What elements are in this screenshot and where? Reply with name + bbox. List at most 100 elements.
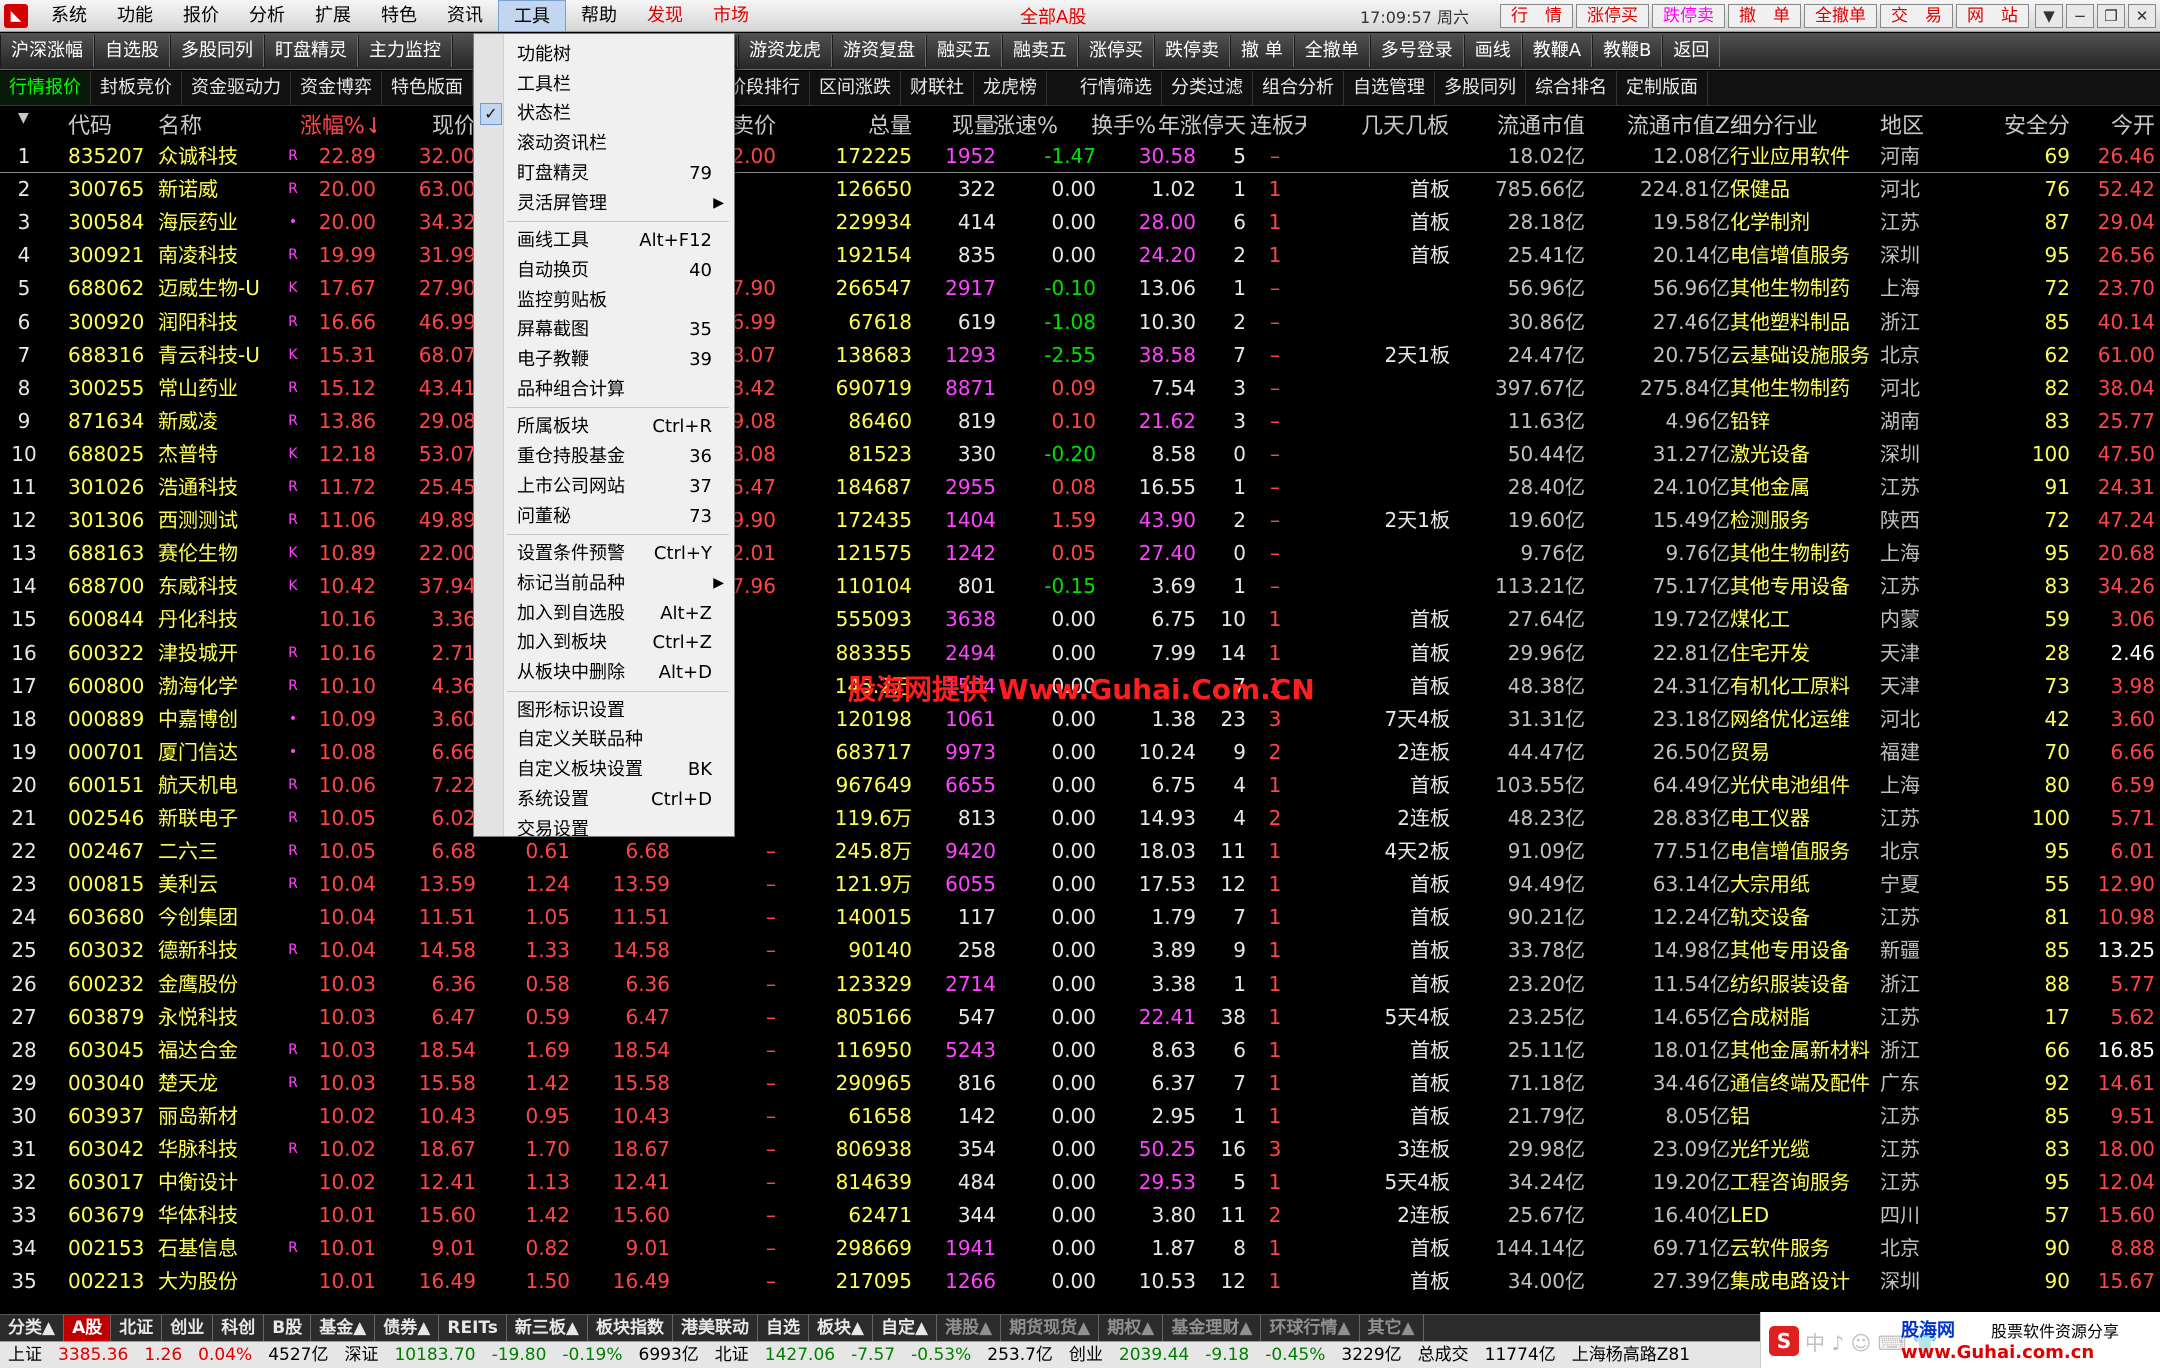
table-row[interactable]: 27 603879 永悦科技 10.03 6.47 0.59 6.47–805166 547 0… bbox=[0, 1001, 2160, 1034]
table-row[interactable]: 28 603045 福达合金 R 10.03 18.54 1.69 18.54–116950 5… bbox=[0, 1034, 2160, 1067]
column-header-17[interactable]: 地区 bbox=[1880, 108, 1960, 140]
table-row[interactable]: 34 002153 石基信息 R 10.01 9.01 0.82 9.01–298669 194… bbox=[0, 1232, 2160, 1265]
toolbar-button-5[interactable] bbox=[452, 35, 474, 67]
market-tab-2[interactable]: 北证 bbox=[111, 1315, 163, 1341]
toolbar-button-21[interactable]: 返回 bbox=[1662, 35, 1721, 67]
toolbar-button-0[interactable]: 沪深涨幅 bbox=[0, 35, 94, 67]
menu-item-1[interactable]: 功能 bbox=[102, 0, 168, 31]
table-row[interactable]: 22 002467 二六三 R 10.05 6.68 0.61 6.68–245.8万 9420… bbox=[0, 835, 2160, 868]
toolbar-button-1[interactable]: 自选股 bbox=[94, 35, 170, 67]
tools-menu-item-16[interactable]: 上市公司网站 37 bbox=[474, 472, 734, 501]
feature-tab-25[interactable]: 自选管理 bbox=[1344, 71, 1435, 105]
quick-button-0[interactable]: 行 情 bbox=[1500, 3, 1573, 28]
tools-menu-item-15[interactable]: 重仓持股基金 36 bbox=[474, 442, 734, 471]
table-row[interactable]: 11301026浩通科技R11.7225.452.6725.4425.47184… bbox=[0, 471, 2160, 504]
tools-menu-item-23[interactable]: 从板块中删除 Alt+D bbox=[474, 658, 734, 687]
toolbar-button-4[interactable]: 主力监控 bbox=[358, 35, 452, 67]
tools-menu-item-25[interactable]: 图形标识设置 bbox=[474, 696, 734, 725]
window-dropdown-icon[interactable]: ▼ bbox=[2035, 3, 2063, 28]
table-row[interactable]: 14688700东威科技K10.4237.943.5837.9337.96110… bbox=[0, 570, 2160, 603]
market-tab-20[interactable]: 其它▲ bbox=[1360, 1315, 1424, 1341]
toolbar-button-10[interactable]: 游资复盘 bbox=[832, 35, 926, 67]
tools-menu-item-22[interactable]: 加入到板块 Ctrl+Z bbox=[474, 628, 734, 657]
tools-menu-item-12[interactable]: 品种组合计算 bbox=[474, 375, 734, 404]
table-row[interactable]: 7688316青云科技-UK15.3168.079.0468.0668.0713… bbox=[0, 339, 2160, 372]
toolbar-button-15[interactable]: 撤 单 bbox=[1230, 35, 1294, 67]
table-row[interactable]: 16600322津投城开R10.162.710.252.718833552494… bbox=[0, 637, 2160, 670]
minimize-button[interactable]: − bbox=[2066, 3, 2094, 28]
menu-item-2[interactable]: 报价 bbox=[168, 0, 234, 31]
table-row[interactable]: 1835207众诚科技R22.8932.005.9632.00172225195… bbox=[0, 140, 2160, 173]
market-tab-12[interactable]: 自选 bbox=[758, 1315, 809, 1341]
table-row[interactable]: 4300921南凌科技R19.9931.995.3331.99192154835… bbox=[0, 239, 2160, 272]
table-row[interactable]: 33 603679 华体科技 10.01 15.60 1.42 15.60–62471 344… bbox=[0, 1199, 2160, 1232]
market-tab-3[interactable]: 创业 bbox=[162, 1315, 214, 1341]
tools-menu-item-29[interactable]: 交易设置 bbox=[474, 815, 734, 844]
table-row[interactable]: 29 003040 楚天龙 R 10.03 15.58 1.42 15.58–290965 81… bbox=[0, 1067, 2160, 1100]
quick-button-4[interactable]: 全撤单 bbox=[1804, 3, 1877, 28]
tools-menu-item-14[interactable]: 所属板块 Ctrl+R bbox=[474, 412, 734, 441]
market-tab-10[interactable]: 板块指数 bbox=[588, 1315, 673, 1341]
table-row[interactable]: 8300255常山药业R15.1243.415.7043.4043.426907… bbox=[0, 372, 2160, 405]
tools-menu-item-5[interactable]: 灵活屏管理 ▶ bbox=[474, 189, 734, 218]
table-row[interactable]: 13688163赛伦生物K10.8922.002.1621.9922.01121… bbox=[0, 537, 2160, 570]
table-row[interactable]: 31 603042 华脉科技 R 10.02 18.67 1.70 18.67–806938 3… bbox=[0, 1133, 2160, 1166]
market-tab-18[interactable]: 基金理财▲ bbox=[1163, 1315, 1262, 1341]
market-tab-7[interactable]: 债券▲ bbox=[375, 1315, 440, 1341]
menu-item-8[interactable]: 帮助 bbox=[566, 0, 632, 31]
feature-tab-27[interactable]: 综合排名 bbox=[1526, 71, 1617, 105]
quick-button-2[interactable]: 跌停卖 bbox=[1652, 3, 1725, 28]
market-tab-11[interactable]: 港美联动 bbox=[673, 1315, 758, 1341]
toolbar-button-16[interactable]: 全撤单 bbox=[1293, 35, 1370, 67]
feature-tab-1[interactable]: 封板竞价 bbox=[91, 71, 182, 105]
feature-tab-21[interactable] bbox=[1063, 71, 1071, 105]
tools-menu-item-20[interactable]: 标记当前品种 ▶ bbox=[474, 569, 734, 598]
market-tab-8[interactable]: REITs bbox=[439, 1315, 507, 1341]
table-row[interactable]: 5688062迈威生物-UK17.6727.904.1927.8927.9026… bbox=[0, 272, 2160, 305]
table-row[interactable]: 6300920润阳科技R16.6646.996.7146.9846.996761… bbox=[0, 306, 2160, 339]
column-header-12[interactable]: 连板天 bbox=[1250, 108, 1306, 140]
tools-menu-item-26[interactable]: 自定义关联品种 bbox=[474, 725, 734, 754]
feature-tab-0[interactable]: 行情报价 bbox=[0, 71, 91, 105]
table-row[interactable]: 25 603032 德新科技 R 10.04 14.58 1.33 14.58–90140 25… bbox=[0, 934, 2160, 967]
menu-item-4[interactable]: 扩展 bbox=[300, 0, 366, 31]
tools-menu-item-8[interactable]: 自动换页 40 bbox=[474, 256, 734, 285]
table-row[interactable]: 10688025杰普特K12.1853.075.7653.0653.088152… bbox=[0, 438, 2160, 471]
toolbar-button-18[interactable]: 画线 bbox=[1463, 35, 1522, 67]
tools-menu-item-19[interactable]: 设置条件预警 Ctrl+Y bbox=[474, 539, 734, 568]
close-button[interactable]: ✕ bbox=[2128, 3, 2156, 28]
menu-item-7[interactable]: 工具 bbox=[498, 0, 566, 31]
column-header-16[interactable]: 细分行业 bbox=[1730, 108, 1880, 140]
market-tab-16[interactable]: 期货现货▲ bbox=[1001, 1315, 1100, 1341]
column-header-19[interactable]: 今开 bbox=[2075, 108, 2155, 140]
feature-tab-4[interactable]: 特色版面 bbox=[382, 71, 473, 105]
table-row[interactable]: 3300584海辰药业•20.0034.325.7234.32229934414… bbox=[0, 206, 2160, 239]
toolbar-button-12[interactable]: 融卖五 bbox=[1002, 35, 1078, 67]
toolbar-button-20[interactable]: 教鞭B bbox=[1592, 35, 1663, 67]
market-tab-17[interactable]: 期权▲ bbox=[1099, 1315, 1164, 1341]
column-header-15[interactable]: 流通市值Z bbox=[1588, 108, 1730, 140]
market-tab-6[interactable]: 基金▲ bbox=[311, 1315, 376, 1341]
table-row[interactable]: 9871634新威凌R13.8629.083.5429.0729.0886460… bbox=[0, 405, 2160, 438]
market-tab-5[interactable]: B股 bbox=[264, 1315, 312, 1341]
feature-tab-19[interactable] bbox=[1047, 71, 1055, 105]
market-tab-0[interactable]: 分类▲ bbox=[0, 1315, 65, 1341]
toolbar-button-2[interactable]: 多股同列 bbox=[170, 35, 264, 67]
table-row[interactable]: 24 603680 今创集团 10.04 11.51 1.05 11.51–140015 11… bbox=[0, 901, 2160, 934]
menu-item-6[interactable]: 资讯 bbox=[432, 0, 498, 31]
menu-discover[interactable]: 发现 bbox=[632, 0, 698, 31]
table-row[interactable]: 32 603017 中衡设计 10.02 12.41 1.13 12.41–814639 48… bbox=[0, 1166, 2160, 1199]
toolbar-button-9[interactable]: 游资龙虎 bbox=[738, 35, 832, 67]
feature-tab-16[interactable]: 区间涨跌 bbox=[810, 71, 901, 105]
column-header-1[interactable]: 名称 bbox=[158, 108, 278, 140]
feature-tab-17[interactable]: 财联社 bbox=[901, 71, 974, 105]
quick-button-6[interactable]: 网 站 bbox=[1956, 3, 2029, 28]
tools-menu-item-11[interactable]: 电子教鞭 39 bbox=[474, 345, 734, 374]
tools-menu-item-28[interactable]: 系统设置 Ctrl+D bbox=[474, 785, 734, 814]
table-row[interactable]: 12301306西测测试R11.0649.894.9749.8849.90172… bbox=[0, 504, 2160, 537]
tools-menu-item-21[interactable]: 加入到自选股 Alt+Z bbox=[474, 599, 734, 628]
market-tab-14[interactable]: 自定▲ bbox=[873, 1315, 938, 1341]
tools-menu-item-9[interactable]: 监控剪贴板 bbox=[474, 286, 734, 315]
feature-tab-3[interactable]: 资金博弈 bbox=[291, 71, 382, 105]
feature-tab-26[interactable]: 多股同列 bbox=[1435, 71, 1526, 105]
